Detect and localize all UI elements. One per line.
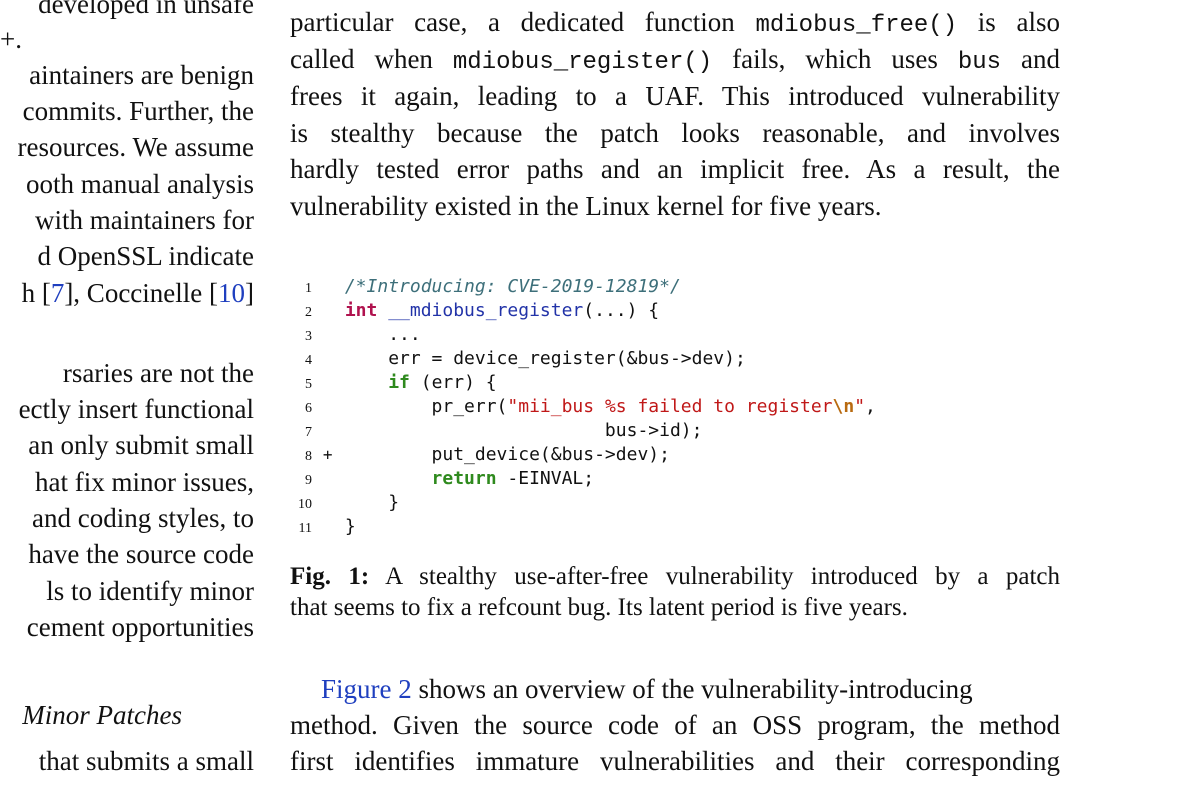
left-line: with maintainers for — [35, 205, 254, 235]
left-line: d OpenSSL indicate — [37, 241, 254, 271]
left-line: and coding styles, to — [32, 503, 254, 533]
code-line: 4 err = device_register(&bus->dev); — [290, 347, 746, 371]
line-number: 8 — [305, 449, 312, 464]
code-line: 2 int __mdiobus_register(...) { — [290, 299, 659, 323]
code-line: 9 return -EINVAL; — [290, 467, 594, 491]
code-line: 10 } — [290, 491, 399, 515]
left-line: developed in unsafe — [38, 0, 254, 19]
left-line: aintainers are benign — [29, 60, 254, 90]
line-number: 3 — [305, 329, 312, 344]
paragraph-line: vulnerability existed in the Linux kerne… — [290, 191, 882, 221]
caption-label: Fig. 1: — [290, 563, 370, 590]
line-number: 5 — [305, 377, 312, 392]
line-number: 1 — [305, 281, 312, 296]
left-line: ooth manual analysis — [26, 169, 254, 199]
left-line: that submits a small — [38, 746, 254, 776]
citation-link[interactable]: 7 — [51, 278, 65, 308]
left-line: +. — [0, 24, 22, 54]
line-number: 10 — [298, 497, 312, 512]
code-line: 11 } — [290, 515, 356, 539]
left-line: an only submit small — [28, 430, 254, 460]
inline-code: mdiobus_register() — [452, 49, 713, 76]
paragraph-line: method. Given the source code of an OSS … — [290, 710, 1060, 740]
code-line: 7 bus->id); — [290, 419, 702, 443]
left-line-citations: h [7], Coccinelle [10] — [21, 278, 254, 308]
paragraph-line: frees it again, leading to a UAF. This i… — [290, 81, 1060, 111]
paragraph-line: first identifies immature vulnerabilitie… — [290, 746, 1060, 776]
code-line-added: 8 + put_device(&bus->dev); — [290, 443, 670, 467]
inline-code: bus — [957, 49, 1002, 76]
code-line: 5 if (err) { — [290, 371, 497, 395]
code-line: 3 ... — [290, 323, 421, 347]
line-number: 4 — [305, 353, 312, 368]
left-line: commits. Further, the — [22, 96, 254, 126]
left-line: ectly insert functional — [18, 394, 254, 424]
caption-line: Fig. 1: A stealthy use-after-free vulner… — [290, 563, 1060, 590]
paragraph-line: particular case, a dedicated function md… — [290, 7, 1060, 39]
line-number: 11 — [298, 521, 312, 536]
code-line: 1 /*Introducing: CVE-2019-12819*/ — [290, 275, 681, 299]
code-line: 6 pr_err("mii_bus %s failed to register\… — [290, 395, 876, 419]
left-line: rsaries are not the — [62, 358, 254, 388]
caption-line: that seems to fix a refcount bug. Its la… — [290, 594, 908, 621]
left-line: resources. We assume — [17, 132, 254, 162]
figure-2-link[interactable]: Figure 2 — [321, 674, 412, 704]
left-column: developed in unsafe +. aintainers are be… — [0, 0, 258, 786]
subsection-heading: Minor Patches — [22, 700, 182, 730]
left-line: cement opportunities — [26, 612, 254, 642]
paragraph-line: called when mdiobus_register() fails, wh… — [290, 44, 1060, 76]
diff-plus-marker: + — [322, 445, 333, 464]
line-number: 6 — [305, 401, 312, 416]
line-number: 9 — [305, 473, 312, 488]
left-line: hat fix minor issues, — [35, 467, 254, 497]
paragraph-line: hardly tested error paths and an implici… — [290, 154, 1060, 184]
citation-link[interactable]: 10 — [218, 278, 245, 308]
line-number: 7 — [305, 425, 312, 440]
line-number: 2 — [305, 305, 312, 320]
code-comment: /*Introducing: CVE-2019-12819*/ — [344, 276, 681, 297]
paragraph-line: is stealthy because the patch looks reas… — [290, 118, 1060, 148]
left-line: ls to identify minor — [46, 576, 254, 606]
inline-code: mdiobus_free() — [755, 12, 958, 39]
left-line: have the source code — [28, 539, 254, 569]
paragraph-line: Figure 2 shows an overview of the vulner… — [321, 674, 973, 704]
